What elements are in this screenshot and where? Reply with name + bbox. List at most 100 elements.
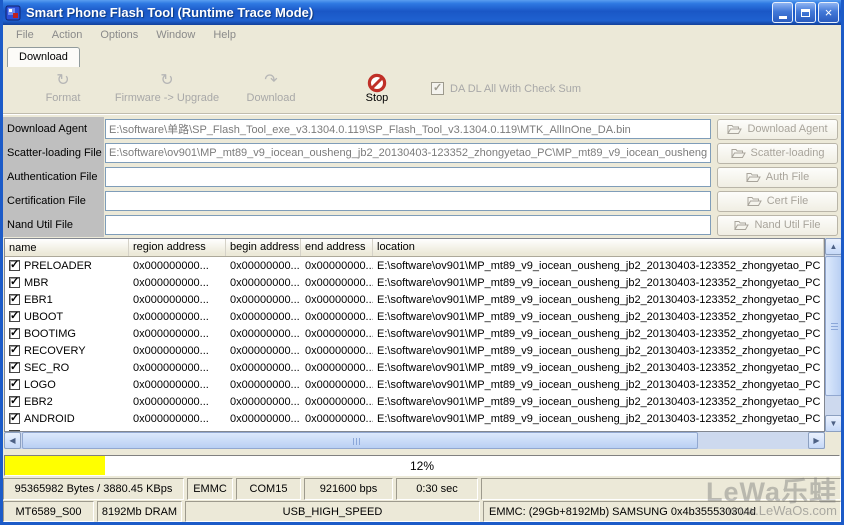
scatter-file-label: Scatter-loading File — [3, 141, 104, 165]
app-icon — [5, 5, 21, 21]
download-agent-input[interactable] — [105, 119, 711, 139]
horizontal-scrollbar[interactable]: ◀ ▶ — [4, 432, 825, 449]
table-row[interactable]: ANDROID 0x000000000... 0x00000000... 0x0… — [5, 410, 824, 427]
download-button[interactable]: ↷ Download — [233, 73, 309, 104]
header-name[interactable]: name — [5, 239, 129, 256]
row-checkbox[interactable] — [9, 413, 20, 424]
minimize-button[interactable] — [772, 2, 793, 23]
row-checkbox[interactable] — [9, 345, 20, 356]
table-row[interactable]: PRELOADER 0x000000000... 0x00000000... 0… — [5, 257, 824, 274]
app-window: Smart Phone Flash Tool (Runtime Trace Mo… — [0, 0, 844, 525]
vertical-scroll-thumb[interactable] — [825, 256, 842, 396]
table-header: name region address begin address end ad… — [5, 239, 824, 257]
begin-address-cell: 0x00000000... — [226, 311, 301, 323]
folder-icon — [747, 196, 762, 207]
partition-table: name region address begin address end ad… — [4, 238, 825, 432]
partition-name: EBR2 — [24, 396, 53, 408]
scatter-browse-button[interactable]: Scatter-loading — [717, 143, 838, 164]
maximize-button[interactable] — [795, 2, 816, 23]
table-row[interactable]: EBR1 0x000000000... 0x00000000... 0x0000… — [5, 291, 824, 308]
row-checkbox[interactable] — [9, 311, 20, 322]
auth-file-browse-button[interactable]: Auth File — [717, 167, 838, 188]
row-checkbox[interactable] — [9, 328, 20, 339]
end-address-cell: 0x00000000... — [301, 345, 373, 357]
partition-name: LOGO — [24, 379, 56, 391]
table-row[interactable]: SEC_RO 0x000000000... 0x00000000... 0x00… — [5, 359, 824, 376]
region-address-cell: 0x000000000... — [129, 311, 226, 323]
scroll-up-button[interactable]: ▲ — [825, 238, 842, 255]
download-agent-row: Download Agent Download Agent — [3, 117, 841, 141]
table-row[interactable]: BOOTIMG 0x000000000... 0x00000000... 0x0… — [5, 325, 824, 342]
cert-file-input[interactable] — [105, 191, 711, 211]
checkbox-icon — [431, 82, 444, 95]
download-agent-browse-button[interactable]: Download Agent — [717, 119, 838, 140]
close-button[interactable]: × — [818, 2, 839, 23]
status-usb: USB_HIGH_SPEED — [185, 501, 480, 522]
region-address-cell: 0x000000000... — [129, 413, 226, 425]
row-checkbox[interactable] — [9, 260, 20, 271]
location-cell: E:\software\ov901\MP_mt89_v9_iocean_oush… — [373, 260, 824, 272]
auth-file-input[interactable] — [105, 167, 711, 187]
status-port: COM15 — [236, 478, 301, 500]
cert-file-browse-button[interactable]: Cert File — [717, 191, 838, 212]
scroll-right-button[interactable]: ▶ — [808, 432, 825, 449]
partition-name: MBR — [24, 277, 48, 289]
nand-util-browse-button[interactable]: Nand Util File — [717, 215, 838, 236]
status-empty-cell — [481, 478, 841, 500]
location-cell: E:\software\ov901\MP_mt89_v9_iocean_oush… — [373, 311, 824, 323]
location-cell: E:\software\ov901\MP_mt89_v9_iocean_oush… — [373, 294, 824, 306]
header-end[interactable]: end address — [301, 239, 373, 256]
menu-action[interactable]: Action — [43, 27, 92, 43]
row-checkbox[interactable] — [9, 362, 20, 373]
table-row[interactable]: UBOOT 0x000000000... 0x00000000... 0x000… — [5, 308, 824, 325]
menu-file[interactable]: File — [7, 27, 43, 43]
begin-address-cell: 0x00000000... — [226, 260, 301, 272]
nand-util-row: Nand Util File Nand Util File — [3, 213, 841, 237]
end-address-cell: 0x00000000... — [301, 260, 373, 272]
window-title: Smart Phone Flash Tool (Runtime Trace Mo… — [26, 5, 772, 20]
row-checkbox[interactable] — [9, 294, 20, 305]
toolbar: ↻ Format ↻ Firmware -> Upgrade ↷ Downloa… — [3, 67, 841, 114]
begin-address-cell: 0x00000000... — [226, 396, 301, 408]
row-checkbox[interactable] — [9, 396, 20, 407]
header-location[interactable]: location — [373, 239, 824, 256]
menu-help[interactable]: Help — [204, 27, 245, 43]
region-address-cell: 0x000000000... — [129, 294, 226, 306]
da-checksum-checkbox[interactable]: DA DL All With Check Sum — [431, 82, 581, 95]
auth-file-label: Authentication File — [3, 165, 104, 189]
folder-icon — [734, 220, 749, 231]
header-region[interactable]: region address — [129, 239, 226, 256]
region-address-cell: 0x000000000... — [129, 345, 226, 357]
status-storage: EMMC — [187, 478, 233, 500]
vertical-scrollbar[interactable]: ▲ ▼ — [825, 238, 842, 432]
table-row[interactable]: EBR2 0x000000000... 0x00000000... 0x0000… — [5, 393, 824, 410]
tab-download[interactable]: Download — [7, 47, 80, 67]
menu-window[interactable]: Window — [147, 27, 204, 43]
stop-button[interactable]: Stop — [349, 73, 405, 104]
firmware-upgrade-button[interactable]: ↻ Firmware -> Upgrade — [106, 73, 228, 104]
partition-name: SEC_RO — [24, 362, 69, 374]
menu-options[interactable]: Options — [91, 27, 147, 43]
scroll-down-button[interactable]: ▼ — [825, 415, 842, 432]
format-button[interactable]: ↻ Format — [27, 73, 99, 104]
horizontal-scroll-thumb[interactable] — [22, 432, 698, 449]
header-begin[interactable]: begin address — [226, 239, 301, 256]
begin-address-cell: 0x00000000... — [226, 413, 301, 425]
region-address-cell: 0x000000000... — [129, 362, 226, 374]
end-address-cell: 0x00000000... — [301, 294, 373, 306]
row-checkbox[interactable] — [9, 277, 20, 288]
row-checkbox[interactable] — [9, 379, 20, 390]
progress-bar: 12% — [4, 455, 840, 476]
table-row[interactable]: RECOVERY 0x000000000... 0x00000000... 0x… — [5, 342, 824, 359]
table-row[interactable]: LOGO 0x000000000... 0x00000000... 0x0000… — [5, 376, 824, 393]
auth-file-row: Authentication File Auth File — [3, 165, 841, 189]
table-row[interactable]: MBR 0x000000000... 0x00000000... 0x00000… — [5, 274, 824, 291]
begin-address-cell: 0x00000000... — [226, 362, 301, 374]
partition-name: EBR1 — [24, 294, 53, 306]
scatter-file-input[interactable] — [105, 143, 711, 163]
end-address-cell: 0x00000000... — [301, 328, 373, 340]
scroll-left-button[interactable]: ◀ — [4, 432, 21, 449]
begin-address-cell: 0x00000000... — [226, 277, 301, 289]
status-emmc-info: EMMC: (29Gb+8192Mb) SAMSUNG 0x4b35553030… — [483, 501, 841, 522]
nand-util-input[interactable] — [105, 215, 711, 235]
